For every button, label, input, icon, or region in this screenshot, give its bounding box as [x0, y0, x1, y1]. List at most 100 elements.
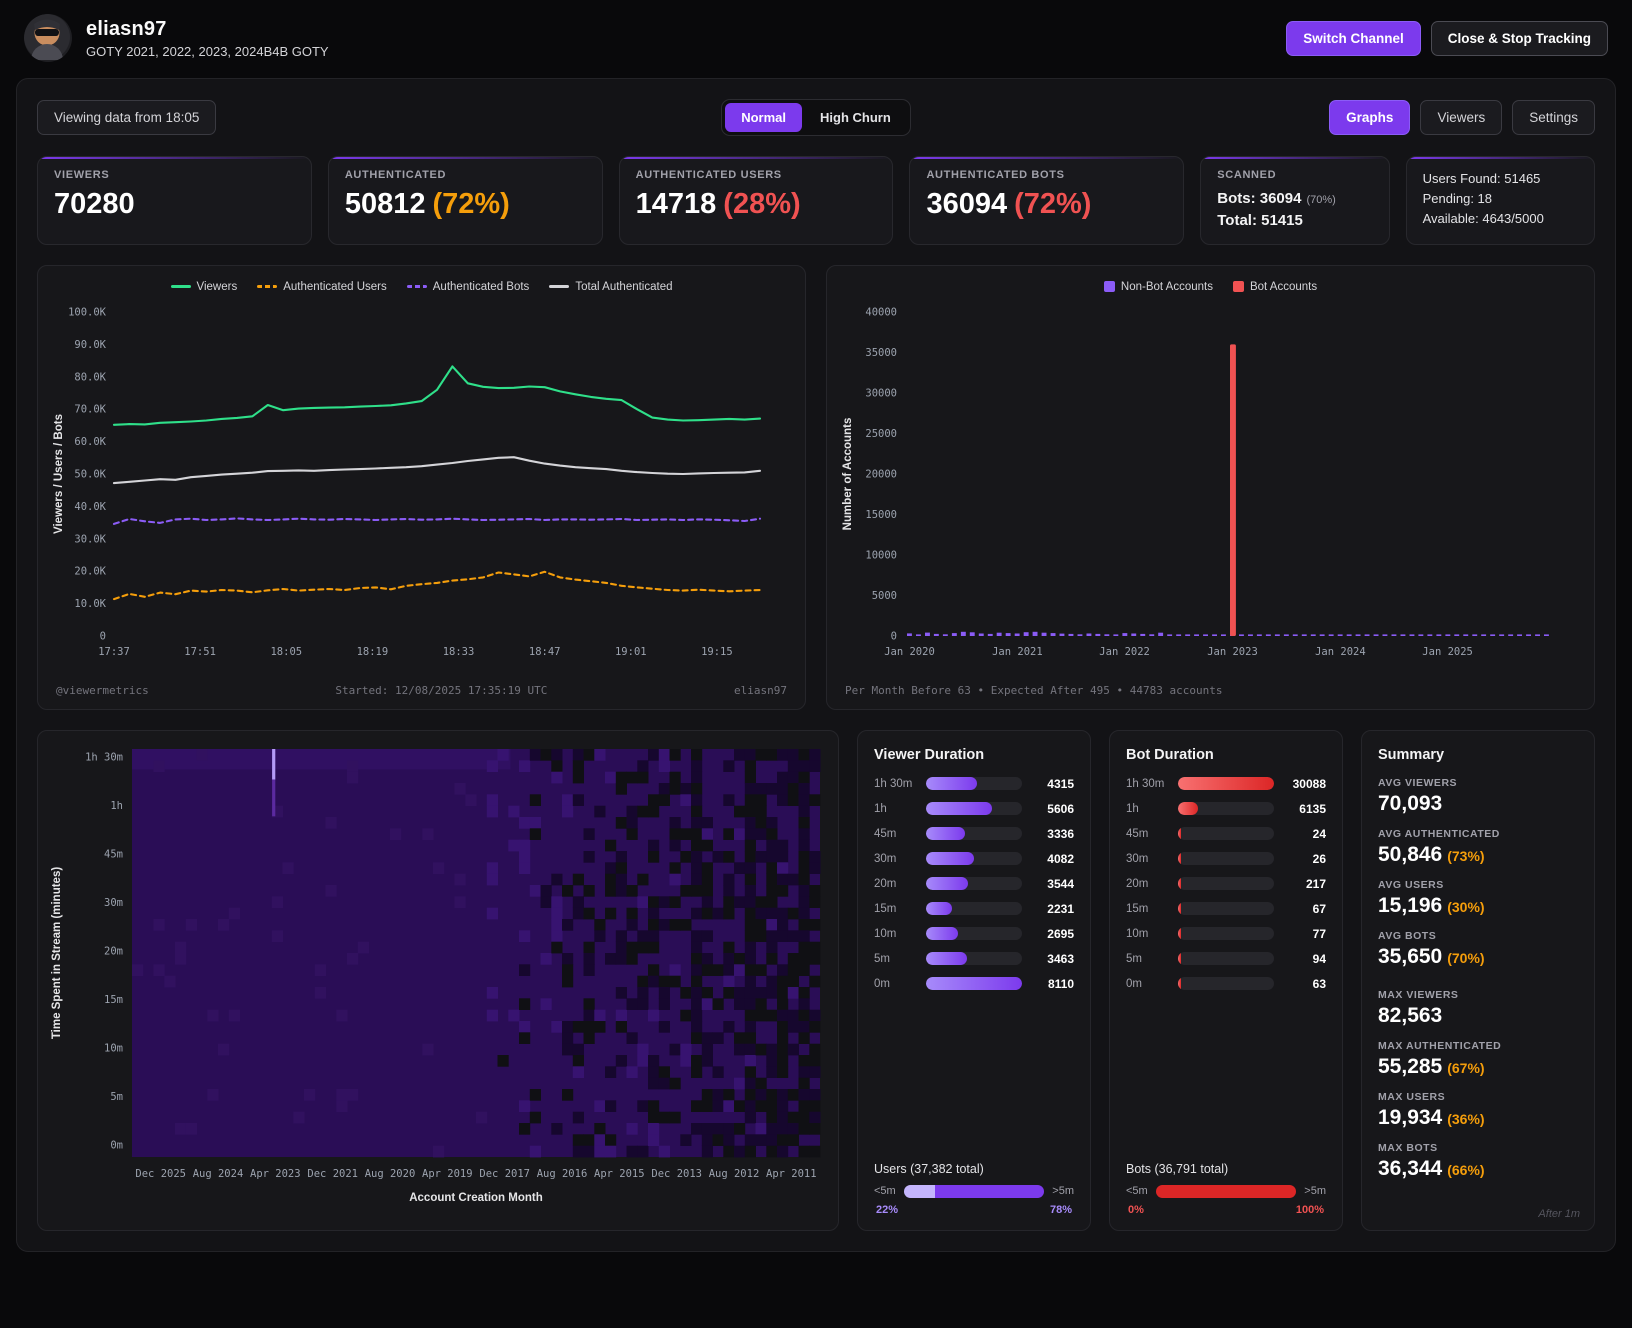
- duration-bar-fill: [926, 852, 975, 865]
- pending: Pending: 18: [1422, 191, 1493, 207]
- svg-text:5m: 5m: [110, 1091, 123, 1103]
- summary-percent: (73%): [1447, 847, 1485, 864]
- avatar-icon: [24, 14, 70, 60]
- stats-row: VIEWERS 70280 AUTHENTICATED 50812 (72%) A…: [37, 156, 1595, 245]
- viewing-data-button[interactable]: Viewing data from 18:05: [37, 100, 217, 135]
- stat-label: AUTHENTICATED USERS: [635, 169, 782, 181]
- split-right-percent: 100%: [1295, 1203, 1324, 1216]
- duration-row: 5m 94: [1126, 952, 1326, 966]
- duration-bar-track: [926, 802, 1022, 815]
- duration-bar-track: [1178, 877, 1274, 890]
- summary-value: 70,093: [1378, 791, 1443, 815]
- summary-value: 15,196: [1378, 893, 1443, 917]
- duration-label: 10m: [874, 927, 897, 940]
- accounts-footer: Per Month Before 63 • Expected After 495…: [845, 683, 1223, 697]
- summary-panel: Summary AVG VIEWERS 70,093 AVG AUTHENTICAT…: [1361, 729, 1595, 1231]
- duration-bar-track: [926, 852, 1022, 865]
- duration-row: 10m 2695: [874, 927, 1074, 941]
- svg-text:19:01: 19:01: [615, 646, 647, 658]
- duration-total-label: Bots (36,791 total): [1126, 1161, 1229, 1176]
- duration-bar-track: [1178, 802, 1274, 815]
- svg-text:Viewers / Users / Bots: Viewers / Users / Bots: [53, 414, 65, 534]
- summary-percent: (30%): [1447, 898, 1485, 915]
- duration-row: 1h 6135: [1126, 802, 1326, 816]
- duration-row: 1h 30m 4315: [874, 777, 1074, 791]
- svg-text:45m: 45m: [104, 848, 123, 860]
- dashboard-container: Viewing data from 18:05 Normal High Chur…: [16, 78, 1616, 1252]
- scanned-bots: Bots: 36094 (70%): [1217, 190, 1336, 207]
- duration-row: 1h 5606: [874, 802, 1074, 816]
- viewer-duration-panel: Viewer Duration 1h 30m 4315 1h 5606 45m 3336 3…: [857, 729, 1091, 1231]
- split-right-percent: 78%: [1049, 1203, 1072, 1216]
- svg-text:35000: 35000: [865, 347, 897, 359]
- svg-text:Aug 2020: Aug 2020: [365, 1168, 416, 1180]
- duration-bar-track: [1178, 827, 1274, 840]
- legend-swatch: [549, 285, 570, 288]
- tab-graphs[interactable]: Graphs: [1329, 100, 1411, 135]
- duration-row: 15m 2231: [874, 902, 1074, 916]
- duration-bar-fill: [926, 977, 1022, 990]
- bot-duration-summary: Bots (36,791 total) <5m >5m 0% 100%: [1126, 1148, 1326, 1216]
- legend-item[interactable]: Non-Bot Accounts: [1103, 281, 1213, 293]
- duration-bar-track: [926, 927, 1022, 940]
- stat-card-scanned: SCANNED Bots: 36094 (70%) Total: 51415: [1200, 156, 1390, 245]
- mode-normal-button[interactable]: Normal: [725, 103, 803, 132]
- duration-row: 5m 3463: [874, 952, 1074, 966]
- tab-settings[interactable]: Settings: [1512, 100, 1595, 135]
- tab-viewers[interactable]: Viewers: [1420, 100, 1503, 135]
- duration-bar-track: [1178, 952, 1274, 965]
- stat-value: 36094: [926, 188, 1008, 220]
- summary-percent: (70%): [1447, 949, 1485, 966]
- channel-subtitle: GOTY 2021, 2022, 2023, 2024B4B GOTY: [86, 43, 329, 59]
- svg-text:Jan 2020: Jan 2020: [884, 646, 935, 658]
- footer-started: Started: 12/08/2025 17:35:19 UTC: [335, 683, 548, 697]
- legend-label: Authenticated Users: [283, 280, 387, 293]
- legend-swatch: [406, 285, 427, 288]
- legend-item[interactable]: Authenticated Bots: [406, 281, 529, 293]
- duration-value: 63: [1312, 976, 1326, 991]
- svg-text:Aug 2016: Aug 2016: [537, 1168, 588, 1180]
- svg-text:80.0K: 80.0K: [74, 371, 106, 383]
- account-creation-chart: 0 5000 10000 15000 20000 25000 30000 35000 40000…: [842, 306, 1549, 658]
- duration-value: 30088: [1292, 776, 1326, 791]
- duration-row: 15m 67: [1126, 902, 1326, 916]
- time-spent-heatmap: 1h 30m 1h 45m 30m 20m 15m 10m 5m 0m Dec 2025 Aug 2…: [51, 748, 821, 1204]
- svg-text:50.0K: 50.0K: [74, 468, 106, 480]
- duration-label: 15m: [874, 902, 897, 915]
- duration-label: 30m: [874, 852, 897, 865]
- duration-bar-fill: [926, 877, 968, 890]
- summary-item: MAX BOTS 36,344 (66%): [1378, 1142, 1578, 1181]
- channel-name: eliasn97: [86, 17, 167, 40]
- legend-item[interactable]: Bot Accounts: [1232, 281, 1317, 293]
- legend-swatch: [1232, 281, 1244, 292]
- svg-text:18:05: 18:05: [270, 646, 302, 658]
- split-left-segment: [903, 1184, 935, 1198]
- heatmap-panel: 1h 30m 1h 45m 30m 20m 15m 10m 5m 0m Dec 2025 Aug 2…: [37, 729, 839, 1231]
- svg-text:Time Spent in Stream (minutes): Time Spent in Stream (minutes): [51, 866, 63, 1038]
- switch-channel-button[interactable]: Switch Channel: [1286, 20, 1421, 56]
- duration-bar-track: [1178, 777, 1274, 790]
- svg-text:0m: 0m: [110, 1139, 123, 1151]
- footer-handle: @viewermetrics: [56, 683, 149, 697]
- duration-bar-track: [926, 952, 1022, 965]
- duration-value: 3336: [1047, 826, 1074, 841]
- duration-bar-fill: [926, 802, 993, 815]
- mode-high-churn-button[interactable]: High Churn: [804, 103, 907, 132]
- svg-text:18:47: 18:47: [529, 646, 561, 658]
- legend-item[interactable]: Viewers: [170, 281, 237, 293]
- legend-item[interactable]: Total Authenticated: [549, 281, 673, 293]
- close-stop-tracking-button[interactable]: Close & Stop Tracking: [1430, 20, 1608, 56]
- duration-value: 5606: [1047, 801, 1074, 816]
- summary-value: 50,846: [1378, 842, 1443, 866]
- summary-label: AVG USERS: [1378, 878, 1444, 891]
- duration-label: 20m: [874, 877, 897, 890]
- stat-pct: (28%): [723, 188, 801, 220]
- summary-label: MAX AUTHENTICATED: [1378, 1039, 1502, 1052]
- account-creation-panel: Non-Bot Accounts Bot Accounts 0 5000 10000 1…: [826, 264, 1595, 710]
- legend-item[interactable]: Authenticated Users: [257, 281, 387, 293]
- svg-text:15m: 15m: [104, 994, 123, 1006]
- svg-text:Aug 2024: Aug 2024: [193, 1168, 244, 1180]
- duration-bar-fill: [1178, 877, 1182, 890]
- duration-bar-fill: [926, 827, 966, 840]
- viewers-timeseries-panel: Viewers Authenticated Users Authenticated …: [37, 264, 806, 710]
